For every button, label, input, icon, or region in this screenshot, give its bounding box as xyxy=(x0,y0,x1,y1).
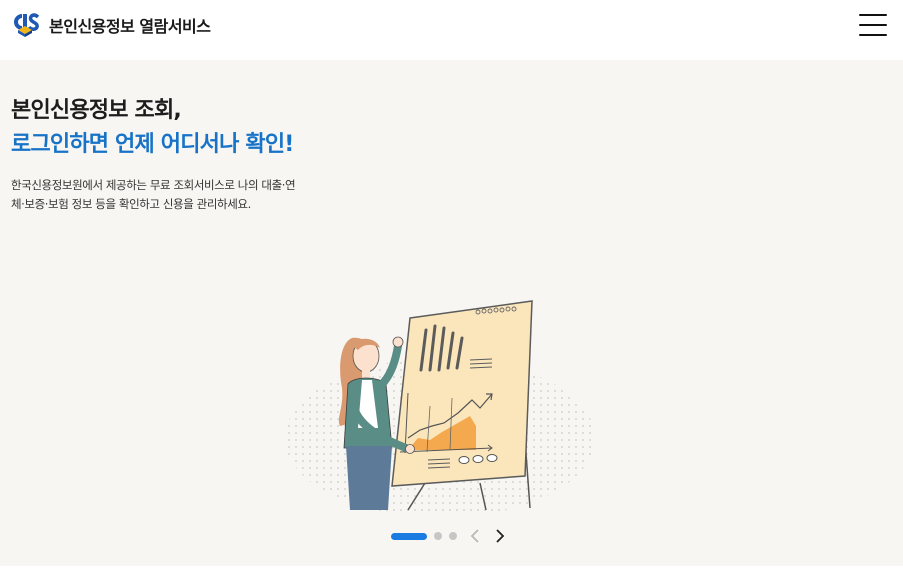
chevron-left-icon[interactable] xyxy=(468,528,482,544)
menu-bar xyxy=(859,24,887,26)
pager-dot[interactable] xyxy=(449,532,457,540)
carousel-pager xyxy=(391,528,507,544)
hero-headline: 본인신용정보 조회, 로그인하면 언제 어디서나 확인! xyxy=(11,94,294,162)
hamburger-menu-icon[interactable] xyxy=(859,14,887,36)
presentation-illustration xyxy=(285,300,595,513)
pager-dot-active[interactable] xyxy=(391,532,427,540)
site-logo[interactable]: 본인신용정보 열람서비스 xyxy=(10,12,211,38)
headline-line-2: 로그인하면 언제 어디서나 확인! xyxy=(11,132,294,157)
headline-line-1: 본인신용정보 조회, xyxy=(11,98,182,123)
cis-logo-icon xyxy=(14,13,40,37)
site-title: 본인신용정보 열람서비스 xyxy=(49,17,211,36)
hero-banner: 본인신용정보 조회, 로그인하면 언제 어디서나 확인! 한국신용정보원에서 제… xyxy=(0,60,903,566)
site-header: 본인신용정보 열람서비스 xyxy=(0,0,903,60)
chevron-right-icon[interactable] xyxy=(493,528,507,544)
pager-dot[interactable] xyxy=(434,532,442,540)
menu-bar xyxy=(859,34,887,36)
hero-description: 한국신용정보원에서 제공하는 무료 조회서비스로 나의 대출·연체·보증·보험 … xyxy=(11,178,296,211)
menu-bar xyxy=(859,14,887,16)
